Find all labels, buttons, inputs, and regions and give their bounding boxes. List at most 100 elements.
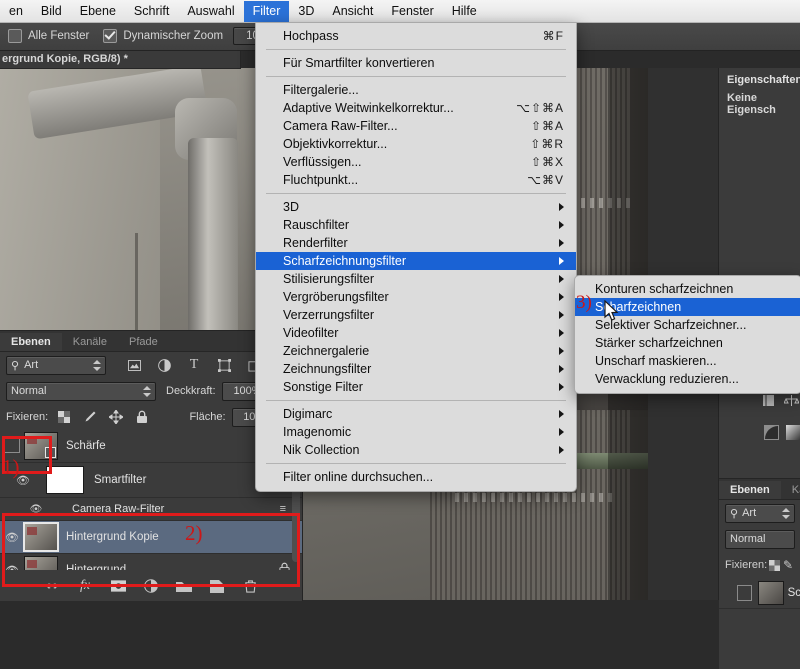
document-tab[interactable]: ergrund Kopie, RGB/8) * bbox=[0, 50, 241, 69]
right-layers-panel[interactable]: Ebenen Kanäl ⚲ Art Normal Fixieren: ✎ Sc bbox=[719, 478, 800, 669]
lock-pixels-icon[interactable]: ✎ bbox=[781, 558, 795, 573]
tab-ebenen[interactable]: Ebenen bbox=[0, 333, 62, 351]
submenu-item-verwacklung-reduzieren[interactable]: Verwacklung reduzieren... bbox=[575, 370, 800, 388]
lock-all-icon[interactable] bbox=[134, 410, 150, 425]
sharpen-submenu[interactable]: Konturen scharfzeichnen Scharfzeichnen S… bbox=[574, 275, 800, 394]
all-windows-checkbox-box[interactable] bbox=[8, 29, 22, 43]
adjustment-filter-icon[interactable] bbox=[156, 358, 172, 373]
new-layer-icon[interactable] bbox=[209, 579, 225, 594]
filter-menu-item-hochpass[interactable]: Hochpass ⌘F bbox=[256, 27, 576, 45]
right-layer-visibility-box[interactable] bbox=[737, 585, 752, 601]
layer-kind-filter[interactable]: ⚲ Art bbox=[6, 356, 106, 375]
submenu-item-unscharf-maskieren[interactable]: Unscharf maskieren... bbox=[575, 352, 800, 370]
tab-kanaele[interactable]: Kanäle bbox=[62, 333, 118, 351]
lock-transparency-icon[interactable] bbox=[56, 410, 72, 425]
dynamic-zoom-checkbox[interactable]: Dynamischer Zoom bbox=[89, 29, 223, 43]
menu-bar[interactable]: en Bild Ebene Schrift Auswahl Filter 3D … bbox=[0, 0, 800, 23]
menu-item-ebene[interactable]: Ebene bbox=[71, 1, 125, 22]
filter-menu-item-scharfzeichnungsfilter[interactable]: Scharfzeichnungsfilter bbox=[256, 252, 576, 270]
menu-item-bild[interactable]: Bild bbox=[32, 1, 71, 22]
right-layer-row[interactable]: Sc bbox=[719, 578, 800, 609]
layer-row-hintergrund-kopie[interactable]: 👁 Hintergrund Kopie bbox=[0, 521, 302, 554]
filter-menu-item-camera-raw[interactable]: Camera Raw-Filter... ⇧⌘A bbox=[256, 117, 576, 135]
layer-mask-icon[interactable] bbox=[110, 579, 126, 594]
gradient-map-icon[interactable] bbox=[785, 425, 800, 440]
filter-menu-item-verfluessigen[interactable]: Verflüssigen... ⇧⌘X bbox=[256, 153, 576, 171]
camera-raw-visibility-toggle[interactable]: 👁 bbox=[0, 504, 72, 515]
dynamic-zoom-checkbox-box[interactable] bbox=[103, 29, 117, 43]
filter-menu[interactable]: Hochpass ⌘F Für Smartfilter konvertieren… bbox=[255, 22, 577, 492]
filter-menu-item-imagenomic[interactable]: Imagenomic bbox=[256, 423, 576, 441]
filter-menu-item-sonstige-filter[interactable]: Sonstige Filter bbox=[256, 378, 576, 396]
blend-mode-select[interactable]: Normal bbox=[6, 382, 156, 401]
delete-layer-icon[interactable] bbox=[242, 579, 258, 594]
menu-item-filter[interactable]: Filter bbox=[244, 1, 290, 22]
type-filter-icon[interactable]: T bbox=[186, 358, 202, 373]
right-kind-filter-row[interactable]: ⚲ Art bbox=[719, 500, 800, 526]
filter-menu-item-label: Verflüssigen... bbox=[283, 153, 515, 171]
stepper-icon[interactable] bbox=[142, 385, 151, 398]
menu-item-auswahl[interactable]: Auswahl bbox=[178, 1, 243, 22]
adjustment-layer-icon[interactable] bbox=[143, 579, 159, 594]
right-tab-kanaele[interactable]: Kanäl bbox=[781, 481, 800, 499]
filter-menu-item-renderfilter[interactable]: Renderfilter bbox=[256, 234, 576, 252]
invert-icon[interactable] bbox=[763, 425, 779, 440]
filter-blending-options-icon[interactable]: ≡ bbox=[280, 503, 286, 515]
filter-menu-item-objektivkorrektur[interactable]: Objektivkorrektur... ⇧⌘R bbox=[256, 135, 576, 153]
filter-menu-item-filter-online-suchen[interactable]: Filter online durchsuchen... bbox=[256, 468, 576, 486]
filter-menu-item-digimarc[interactable]: Digimarc bbox=[256, 405, 576, 423]
filter-menu-item-fluchtpunkt[interactable]: Fluchtpunkt... ⌥⌘V bbox=[256, 171, 576, 189]
menu-item-0[interactable]: en bbox=[0, 1, 32, 22]
menu-item-ansicht[interactable]: Ansicht bbox=[323, 1, 382, 22]
filter-menu-item-label: Zeichnergalerie bbox=[283, 342, 559, 360]
color-balance-icon[interactable] bbox=[783, 393, 799, 408]
filter-menu-item-zeichnungsfilter[interactable]: Zeichnungsfilter bbox=[256, 360, 576, 378]
layers-panel-toolbar[interactable]: fx bbox=[0, 575, 302, 597]
menu-item-hilfe[interactable]: Hilfe bbox=[443, 1, 486, 22]
layer-style-fx-icon[interactable]: fx bbox=[77, 579, 93, 594]
adjustments-row-2[interactable] bbox=[763, 425, 800, 440]
image-filter-icon[interactable] bbox=[126, 358, 142, 373]
stepper-icon[interactable] bbox=[781, 507, 790, 520]
right-kind-filter[interactable]: ⚲ Art bbox=[725, 504, 795, 523]
levels-icon[interactable] bbox=[759, 393, 775, 408]
right-tab-ebenen[interactable]: Ebenen bbox=[719, 481, 781, 499]
filter-menu-item-nik-collection[interactable]: Nik Collection bbox=[256, 441, 576, 459]
stepper-icon[interactable] bbox=[92, 359, 101, 372]
filter-menu-item-3d[interactable]: 3D bbox=[256, 198, 576, 216]
layer-row-hintergrund[interactable]: 👁 Hintergrund bbox=[0, 554, 302, 570]
filter-menu-item-verzerrungsfilter[interactable]: Verzerrungsfilter bbox=[256, 306, 576, 324]
filter-menu-item-zeichnergalerie[interactable]: Zeichnergalerie bbox=[256, 342, 576, 360]
layer-visibility-toggle[interactable]: 👁 bbox=[0, 531, 24, 544]
submenu-item-konturen-scharfzeichnen[interactable]: Konturen scharfzeichnen bbox=[575, 280, 800, 298]
new-group-icon[interactable] bbox=[176, 579, 192, 594]
shape-filter-icon[interactable] bbox=[216, 358, 232, 373]
fill-label: Fläche: bbox=[189, 411, 225, 423]
right-blend-mode-row[interactable]: Normal bbox=[719, 526, 800, 552]
right-layers-tabs[interactable]: Ebenen Kanäl bbox=[719, 479, 800, 500]
filter-menu-item-vergroeberungsfilter[interactable]: Vergröberungsfilter bbox=[256, 288, 576, 306]
menu-item-fenster[interactable]: Fenster bbox=[382, 1, 442, 22]
layer-visibility-toggle[interactable] bbox=[0, 437, 24, 456]
adjustments-row-1[interactable] bbox=[759, 393, 799, 408]
filter-menu-item-filtergalerie[interactable]: Filtergalerie... bbox=[256, 81, 576, 99]
right-blend-mode[interactable]: Normal bbox=[725, 530, 795, 549]
link-layers-icon[interactable] bbox=[44, 579, 60, 594]
right-lock-row[interactable]: Fixieren: ✎ bbox=[719, 552, 800, 578]
filter-menu-item-weitwinkel[interactable]: Adaptive Weitwinkelkorrektur... ⌥⇧⌘A bbox=[256, 99, 576, 117]
filter-menu-item-stilisierungsfilter[interactable]: Stilisierungsfilter bbox=[256, 270, 576, 288]
filter-menu-item-rauschfilter[interactable]: Rauschfilter bbox=[256, 216, 576, 234]
lock-position-icon[interactable] bbox=[108, 410, 124, 425]
all-windows-checkbox[interactable]: Alle Fenster bbox=[0, 29, 89, 43]
submenu-item-staerker-scharfzeichnen[interactable]: Stärker scharfzeichnen bbox=[575, 334, 800, 352]
lock-pixels-icon[interactable] bbox=[82, 410, 98, 425]
submenu-item-label: Scharfzeichnen bbox=[595, 298, 789, 316]
filter-menu-item-videofilter[interactable]: Videofilter bbox=[256, 324, 576, 342]
tab-pfade[interactable]: Pfade bbox=[118, 333, 169, 351]
filter-menu-item-smartfilter[interactable]: Für Smartfilter konvertieren bbox=[256, 54, 576, 72]
layer-visibility-toggle[interactable]: 👁 bbox=[0, 564, 24, 571]
menu-item-schrift[interactable]: Schrift bbox=[125, 1, 178, 22]
layer-row-camera-raw-filter[interactable]: 👁 Camera Raw-Filter ≡ bbox=[0, 498, 302, 521]
lock-transparency-icon[interactable] bbox=[767, 558, 781, 573]
menu-item-3d[interactable]: 3D bbox=[289, 1, 323, 22]
